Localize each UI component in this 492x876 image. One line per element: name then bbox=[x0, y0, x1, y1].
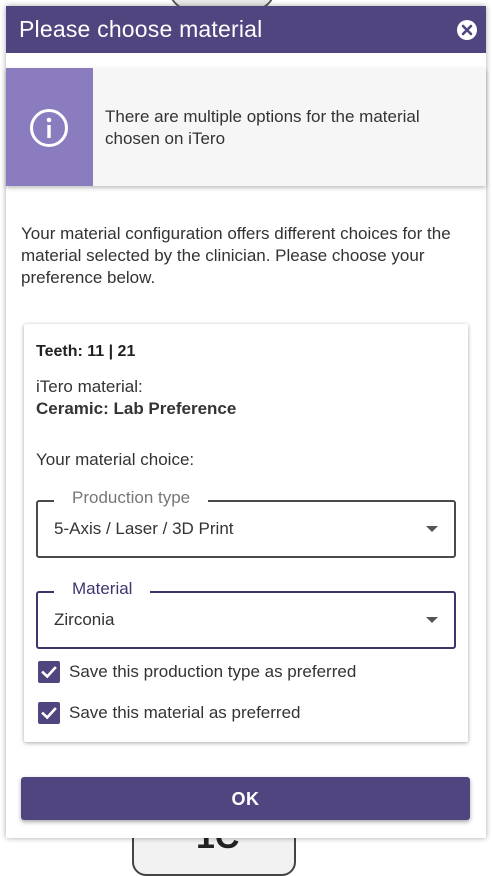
close-button[interactable] bbox=[457, 20, 477, 40]
material-select[interactable]: Material Zirconia bbox=[36, 579, 456, 649]
material-choice-label: Your material choice: bbox=[36, 450, 195, 469]
checkbox-checked[interactable] bbox=[38, 702, 60, 724]
material-label: Material bbox=[54, 579, 151, 599]
close-icon bbox=[461, 24, 473, 36]
ok-button[interactable]: OK bbox=[21, 777, 470, 820]
ok-button-label: OK bbox=[231, 789, 260, 809]
production-type-select[interactable]: Production type 5-Axis / Laser / 3D Prin… bbox=[36, 488, 456, 558]
save-production-type-label: Save this production type as preferred bbox=[69, 662, 357, 681]
material-card: Teeth: 11 | 21 iTero material: Ceramic: … bbox=[24, 324, 468, 742]
checkbox-checked[interactable] bbox=[38, 661, 60, 683]
dropdown-arrow-icon bbox=[426, 526, 438, 532]
checkmark-icon bbox=[41, 707, 57, 720]
description-text: Your material configuration offers diffe… bbox=[21, 224, 451, 287]
material-dialog: Please choose material There are multipl… bbox=[6, 6, 486, 838]
checkmark-icon bbox=[41, 666, 57, 679]
info-icon-panel bbox=[6, 68, 93, 186]
production-type-value: 5-Axis / Laser / 3D Print bbox=[54, 519, 234, 538]
itero-material-label: iTero material: bbox=[36, 377, 143, 396]
info-icon bbox=[30, 109, 68, 147]
teeth-label: Teeth: 11 | 21 bbox=[36, 343, 136, 360]
dialog-titlebar: Please choose material bbox=[6, 6, 486, 53]
material-value: Zirconia bbox=[54, 610, 115, 629]
dropdown-arrow-icon bbox=[426, 617, 438, 623]
itero-material-value: Ceramic: Lab Preference bbox=[36, 399, 237, 418]
save-material-label: Save this material as preferred bbox=[69, 703, 301, 722]
dialog-title: Please choose material bbox=[19, 16, 263, 42]
info-banner: There are multiple options for the mater… bbox=[6, 68, 486, 186]
info-text: There are multiple options for the mater… bbox=[105, 107, 420, 148]
production-type-label: Production type bbox=[54, 488, 209, 508]
